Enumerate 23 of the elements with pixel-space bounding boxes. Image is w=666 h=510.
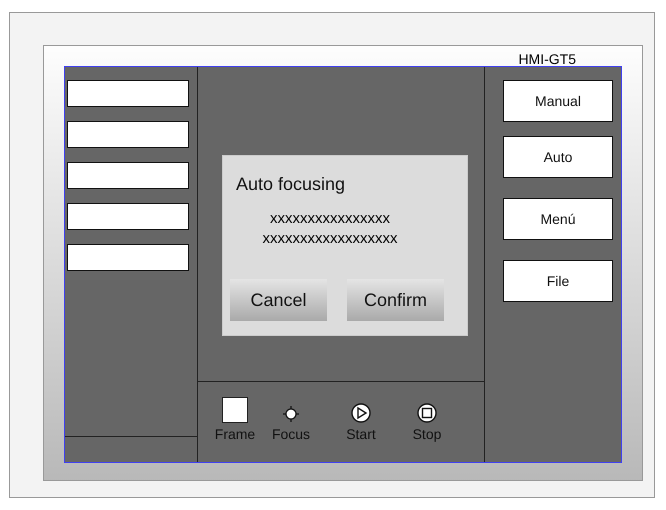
mode-button[interactable]: Auto bbox=[503, 136, 613, 178]
dialog-title: Auto focusing bbox=[236, 174, 346, 195]
crosshair-icon[interactable] bbox=[282, 405, 300, 423]
tool-label: Focus bbox=[272, 426, 310, 442]
tool-label: Stop bbox=[412, 426, 442, 442]
tool-label: Start bbox=[346, 426, 376, 442]
mode-button[interactable]: Manual bbox=[503, 80, 613, 122]
stop-icon[interactable] bbox=[417, 403, 437, 423]
mode-button[interactable]: Menú bbox=[503, 198, 613, 240]
dialog-text: xxxxxxxxxxxxxxxx bbox=[270, 209, 390, 229]
device-title: HMI-GT5 bbox=[518, 50, 576, 66]
dialog-text: xxxxxxxxxxxxxxxxxx bbox=[262, 229, 398, 249]
tool-label: Frame bbox=[214, 426, 256, 442]
play-icon[interactable] bbox=[351, 403, 371, 423]
input-field[interactable] bbox=[67, 203, 189, 230]
input-field[interactable] bbox=[67, 162, 189, 189]
dialog-button[interactable]: Cancel bbox=[230, 279, 327, 321]
input-field[interactable] bbox=[67, 80, 189, 107]
square-icon[interactable] bbox=[222, 397, 248, 423]
dialog-button[interactable]: Confirm bbox=[347, 279, 444, 321]
input-field[interactable] bbox=[67, 244, 189, 271]
mode-button[interactable]: File bbox=[503, 260, 613, 302]
input-field[interactable] bbox=[67, 121, 189, 148]
